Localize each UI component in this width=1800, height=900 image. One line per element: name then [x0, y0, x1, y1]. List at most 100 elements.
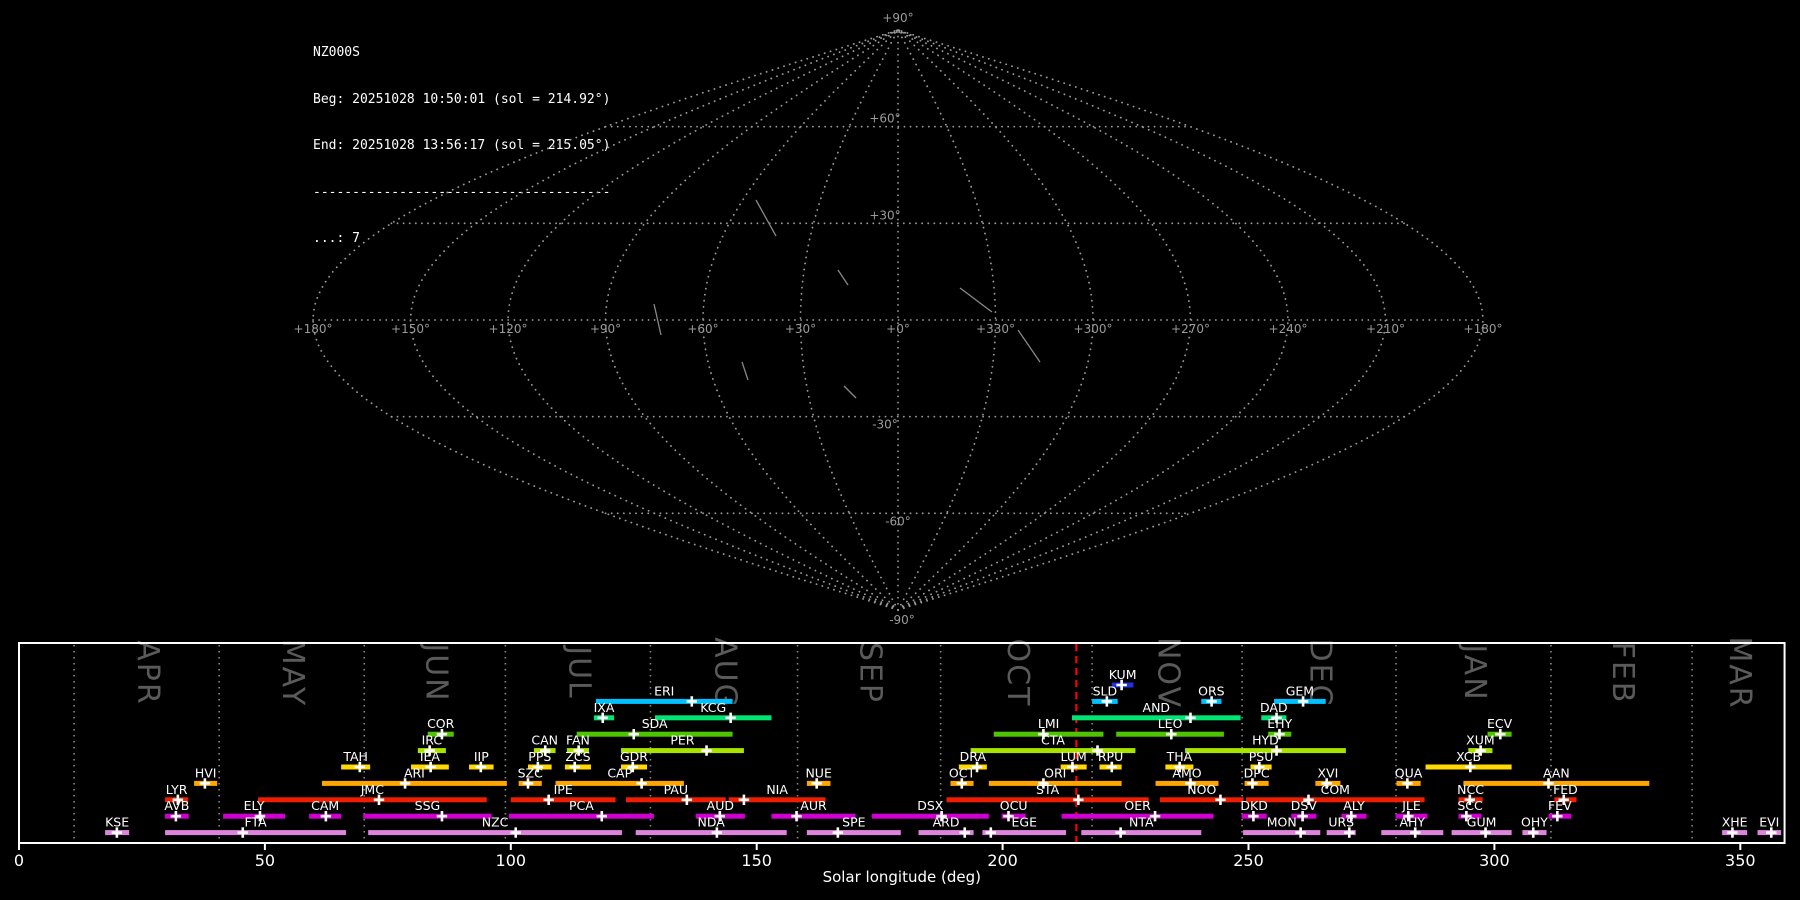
shower-label-lyr: LYR — [166, 782, 188, 797]
shower-label-nia: NIA — [766, 782, 788, 797]
peak-marker-ege — [985, 827, 996, 838]
shower-label-cap: CAP — [607, 765, 632, 780]
shower-label-zcs: ZCS — [565, 749, 590, 764]
shower-label-kse: KSE — [105, 815, 129, 830]
shower-label-kum: KUM — [1109, 667, 1137, 682]
shower-label-gum: GUM — [1467, 815, 1497, 830]
month-label-mar: MAR — [1722, 636, 1757, 709]
meteor-trail — [837, 269, 849, 286]
shower-label-xvi: XVI — [1318, 765, 1339, 780]
shower-label-ehy: EHY — [1267, 716, 1292, 731]
peak-marker-sta — [1073, 794, 1084, 805]
map-lon-label: +180° — [1464, 322, 1503, 336]
map-lon-label: +180° — [294, 322, 333, 336]
shower-bar-fta — [165, 830, 347, 836]
peak-marker-ipe — [543, 794, 554, 805]
shower-bar-jmc — [258, 797, 487, 803]
shower-label-tah: TAH — [342, 749, 368, 764]
x-tick-label: 350 — [1725, 851, 1756, 870]
shower-label-spe: SPE — [842, 815, 865, 830]
map-lon-label: +300° — [1074, 322, 1113, 336]
shower-label-ors: ORS — [1198, 683, 1225, 698]
shower-label-nzc: NZC — [482, 815, 509, 830]
shower-label-iea: IEA — [420, 749, 441, 764]
month-label-aug: AUG — [707, 637, 742, 709]
shower-label-lmi: LMI — [1038, 716, 1059, 731]
shower-label-gdr: GDR — [620, 749, 648, 764]
shower-label-hvi: HVI — [195, 765, 217, 780]
shower-label-dad: DAD — [1260, 700, 1288, 715]
map-lon-label: +120° — [489, 322, 528, 336]
shower-label-pps: PPS — [528, 749, 551, 764]
peak-marker-nia — [738, 794, 750, 805]
shower-label-dpc: DPC — [1244, 765, 1270, 780]
shower-bar-nda — [635, 830, 787, 836]
shower-label-sta: STA — [1036, 782, 1060, 797]
shower-label-gem: GEM — [1286, 683, 1314, 698]
shower-label-tha: THA — [1166, 749, 1193, 764]
map-lat-label: -30° — [872, 418, 898, 432]
peak-marker-eri — [686, 696, 697, 707]
month-label-feb: FEB — [1605, 642, 1640, 705]
x-tick-label: 200 — [987, 851, 1018, 870]
shower-label-hyd: HYD — [1252, 733, 1279, 748]
shower-bar-nta — [1081, 830, 1202, 836]
shower-label-evi: EVI — [1759, 815, 1779, 830]
shower-label-com: COM — [1321, 782, 1350, 797]
shower-label-jle: JLE — [1401, 798, 1421, 813]
shower-label-psu: PSU — [1249, 749, 1274, 764]
shower-label-and: AND — [1143, 700, 1171, 715]
shower-bar-mon — [1243, 830, 1321, 836]
peak-marker-sda — [628, 729, 639, 740]
month-label-sep: SEP — [853, 642, 888, 704]
shower-label-fta: FTA — [244, 815, 267, 830]
shower-label-aur: AUR — [800, 798, 827, 813]
shower-label-pca: PCA — [569, 798, 594, 813]
shower-bar-pca — [508, 813, 654, 819]
meteor-observation-screen: NZ000S Beg: 20251028 10:50:01 (sol = 214… — [0, 0, 1800, 900]
shower-label-kcg: KCG — [700, 700, 726, 715]
shower-bar-sta — [946, 797, 1149, 803]
shower-label-scc: SCC — [1457, 798, 1483, 813]
shower-bar-ari — [321, 780, 507, 786]
shower-label-rpu: RPU — [1098, 749, 1123, 764]
month-label-nov: NOV — [1151, 637, 1186, 709]
map-lon-label: +240° — [1269, 322, 1308, 336]
map-lat-label: +30° — [869, 208, 900, 222]
shower-label-eri: ERI — [654, 683, 674, 698]
shower-label-xhe: XHE — [1722, 815, 1748, 830]
shower-label-oct: OCT — [949, 765, 976, 780]
shower-bar-nzc — [368, 830, 622, 836]
shower-label-aan: AAN — [1543, 765, 1570, 780]
shower-label-sld: SLD — [1093, 683, 1118, 698]
peak-marker-cap — [636, 778, 647, 789]
shower-label-xcb: XCB — [1456, 749, 1481, 764]
shower-bar-and — [1071, 715, 1241, 721]
x-tick-label: 300 — [1479, 851, 1510, 870]
shower-label-iip: IIP — [474, 749, 489, 764]
shower-label-ege: EGE — [1011, 815, 1037, 830]
shower-label-ori: ORI — [1044, 765, 1066, 780]
shower-label-jmc: JMC — [360, 782, 384, 797]
shower-label-qua: QUA — [1395, 765, 1423, 780]
plot-canvas: +180° +150° +120° +90° +60° +30° +0° +330° +300°… — [14, 11, 1786, 886]
map-lon-label: +0° — [886, 322, 910, 336]
shower-label-dsv: DSV — [1291, 798, 1318, 813]
x-axis-title: Solar longitude (deg) — [823, 868, 981, 886]
peak-marker-and — [1185, 712, 1196, 723]
shower-label-sda: SDA — [642, 716, 668, 731]
shower-label-ixa: IXA — [594, 700, 615, 715]
shower-label-cor: COR — [427, 716, 455, 731]
shower-label-dsx: DSX — [917, 798, 944, 813]
month-label-oct: OCT — [1000, 639, 1035, 708]
shower-label-fed: FED — [1553, 782, 1578, 797]
shower-label-ahy: AHY — [1399, 815, 1425, 830]
month-label-apr: APR — [130, 640, 165, 705]
month-label-jan: JAN — [1457, 642, 1492, 701]
peak-marker-per — [701, 745, 712, 756]
activity-chart: APR MAY JUN JUL AUG SEP OCT NOV DEC JAN FEB MARKUME… — [14, 636, 1786, 886]
shower-label-noo: NOO — [1187, 782, 1216, 797]
shower-label-leo: LEO — [1158, 716, 1183, 731]
shower-label-can: CAN — [531, 733, 558, 748]
map-lon-label: +90° — [590, 322, 621, 336]
